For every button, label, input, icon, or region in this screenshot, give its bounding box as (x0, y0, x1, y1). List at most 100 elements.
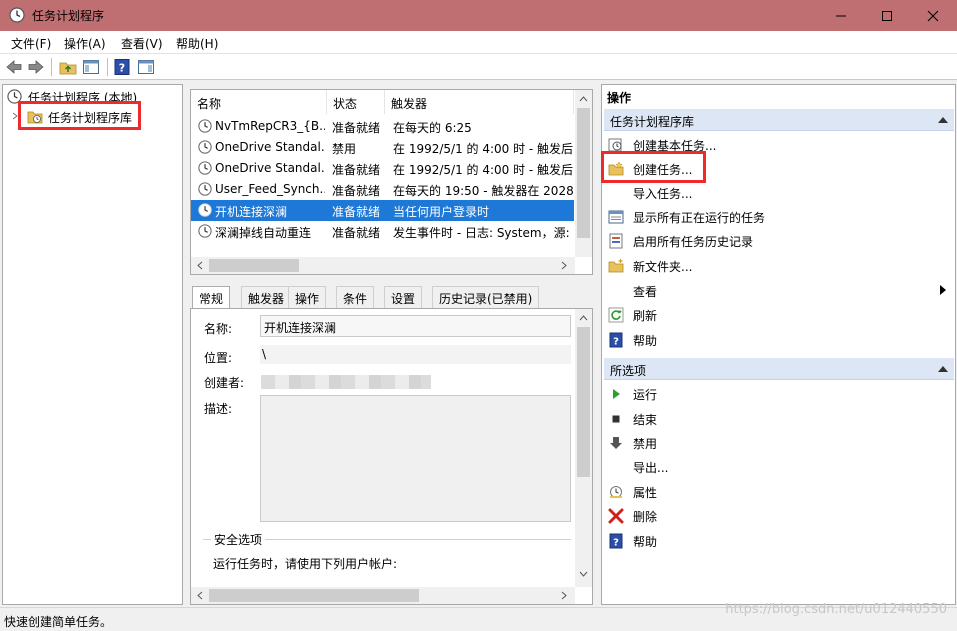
show-hide-action-pane-icon[interactable] (137, 58, 155, 76)
section-selected-item[interactable]: 所选项 (604, 358, 954, 380)
chevron-left-icon[interactable] (197, 261, 203, 270)
new-folder-icon (608, 259, 624, 273)
menu-help[interactable]: 帮助(H) (176, 35, 218, 52)
maximize-icon (882, 10, 892, 21)
tab-settings[interactable]: 设置 (384, 286, 423, 308)
column-header-trigger[interactable]: 触发器 (385, 90, 574, 114)
action-label: 删除 (633, 510, 658, 524)
clock-icon (9, 7, 25, 23)
action-delete[interactable]: 删除 (604, 504, 954, 528)
chevron-right-icon[interactable] (561, 261, 567, 270)
column-header-status[interactable]: 状态 (327, 90, 385, 114)
action-help[interactable]: ? 帮助 (604, 328, 954, 352)
table-row[interactable]: NvTmRepCR3_{B... 准备就绪 在每天的 6:25 (191, 116, 574, 137)
task-trigger: 在每天的 6:25 (393, 121, 472, 135)
task-list-horizontal-scrollbar[interactable] (191, 257, 575, 274)
action-run[interactable]: 运行 (604, 382, 954, 406)
menu-bar: 文件(F) 操作(A) 查看(V) 帮助(H) (0, 31, 957, 54)
scroll-thumb[interactable] (209, 589, 419, 602)
clock-icon (198, 182, 212, 196)
action-properties[interactable]: 属性 (604, 480, 954, 504)
menu-action[interactable]: 操作(A) (64, 35, 106, 52)
chevron-right-icon[interactable] (561, 591, 567, 600)
action-label: 结束 (633, 413, 658, 427)
minimize-button[interactable] (818, 0, 864, 31)
close-button[interactable] (910, 0, 956, 31)
action-label: 显示所有正在运行的任务 (633, 211, 766, 225)
task-trigger: 当任何用户登录时 (393, 205, 490, 219)
table-row-selected[interactable]: 开机连接深澜 准备就绪 当任何用户登录时 (191, 200, 574, 221)
chevron-up-icon[interactable] (579, 315, 588, 321)
table-row[interactable]: OneDrive Standal... 禁用 在 1992/5/1 的 4:00… (191, 137, 574, 158)
name-field[interactable]: 开机连接深澜 (260, 315, 571, 337)
highlight-library (18, 101, 141, 130)
details-vertical-scrollbar[interactable] (575, 309, 592, 587)
action-view[interactable]: 查看 (604, 279, 954, 303)
task-details-pane: 名称: 开机连接深澜 位置: \ 创建者: 描述: 安全选项 运行任务时，请使用… (190, 308, 593, 605)
section-task-library-label: 任务计划程序库 (610, 115, 695, 129)
description-field[interactable] (260, 395, 571, 522)
collapse-icon[interactable] (938, 366, 948, 372)
action-help-selected[interactable]: ? 帮助 (604, 529, 954, 553)
task-list-vertical-scrollbar[interactable] (575, 90, 592, 257)
collapse-icon[interactable] (938, 117, 948, 123)
action-enable-history[interactable]: 启用所有任务历史记录 (604, 229, 954, 253)
tab-actions[interactable]: 操作 (288, 286, 327, 308)
action-new-folder[interactable]: 新文件夹... (604, 254, 954, 278)
clock-icon (198, 140, 212, 154)
action-label: 新文件夹... (633, 260, 693, 274)
section-task-library[interactable]: 任务计划程序库 (604, 109, 954, 131)
chevron-down-icon[interactable] (579, 571, 588, 577)
details-horizontal-scrollbar[interactable] (191, 587, 575, 604)
table-row[interactable]: 深澜掉线自动重连 准备就绪 发生事件时 - 日志: System，源: F (191, 221, 574, 242)
task-name: 深澜掉线自动重连 (215, 226, 312, 240)
show-hide-tree-icon[interactable] (82, 58, 100, 76)
clock-icon (198, 161, 212, 175)
menu-file[interactable]: 文件(F) (11, 35, 51, 52)
watermark-text: https://blog.csdn.net/u012440550 (725, 602, 947, 617)
action-label: 禁用 (633, 437, 658, 451)
action-disable[interactable]: 禁用 (604, 431, 954, 455)
action-import-task[interactable]: 导入任务... (604, 181, 954, 205)
location-field: \ (260, 345, 571, 364)
action-end[interactable]: 结束 (604, 407, 954, 431)
tab-conditions[interactable]: 条件 (336, 286, 375, 308)
task-trigger: 发生事件时 - 日志: System，源: F (393, 226, 574, 240)
task-trigger: 在每天的 19:50 - 触发器在 2028/ (393, 184, 574, 198)
chevron-left-icon[interactable] (197, 591, 203, 600)
column-header-name[interactable]: 名称 (191, 90, 327, 114)
scroll-thumb[interactable] (577, 327, 590, 477)
properties-icon (610, 486, 622, 498)
task-name: OneDrive Standal... (215, 161, 325, 175)
help-icon: ? (609, 533, 623, 549)
up-folder-icon[interactable] (59, 58, 77, 76)
action-label: 查看 (633, 285, 658, 299)
disable-arrow-icon (610, 437, 622, 449)
scroll-thumb[interactable] (209, 259, 299, 272)
action-label: 启用所有任务历史记录 (633, 235, 754, 249)
play-icon (613, 389, 620, 399)
action-refresh[interactable]: 刷新 (604, 303, 954, 327)
action-export[interactable]: 导出... (604, 455, 954, 479)
tab-history[interactable]: 历史记录(已禁用) (432, 286, 540, 308)
table-row[interactable]: OneDrive Standal... 准备就绪 在 1992/5/1 的 4:… (191, 158, 574, 179)
tab-triggers[interactable]: 触发器 (241, 286, 292, 308)
name-label: 名称: (204, 322, 233, 336)
task-trigger: 在 1992/5/1 的 4:00 时 - 触发后, (393, 163, 574, 177)
menu-view[interactable]: 查看(V) (121, 35, 163, 52)
toolbar: ? (0, 54, 957, 80)
help-icon[interactable]: ? (113, 58, 131, 76)
scroll-thumb[interactable] (577, 108, 590, 238)
maximize-button[interactable] (864, 0, 910, 31)
task-status: 禁用 (332, 142, 357, 156)
clock-icon (198, 203, 212, 217)
window-title: 任务计划程序 (32, 9, 105, 23)
svg-text:?: ? (613, 538, 619, 549)
tab-general[interactable]: 常规 (192, 286, 231, 309)
forward-arrow-icon[interactable] (27, 58, 45, 76)
table-row[interactable]: User_Feed_Synch... 准备就绪 在每天的 19:50 - 触发器… (191, 179, 574, 200)
task-status: 准备就绪 (332, 121, 381, 135)
back-arrow-icon[interactable] (5, 58, 23, 76)
chevron-up-icon[interactable] (579, 96, 588, 102)
action-show-running-tasks[interactable]: 显示所有正在运行的任务 (604, 205, 954, 229)
